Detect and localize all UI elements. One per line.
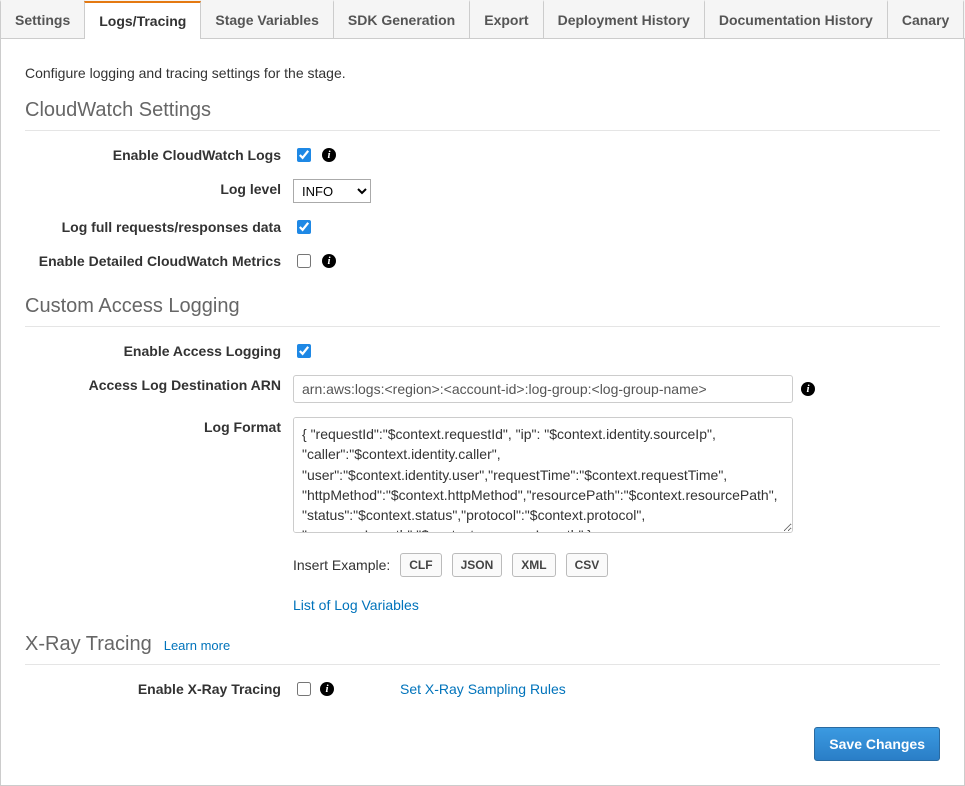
tab-stage-variables[interactable]: Stage Variables	[200, 0, 334, 38]
label-full-requests: Log full requests/responses data	[25, 217, 293, 235]
label-log-level: Log level	[25, 179, 293, 197]
checkbox-enable-access-logging[interactable]	[297, 344, 311, 358]
tab-export[interactable]: Export	[469, 0, 543, 38]
row-enable-cloudwatch-logs: Enable CloudWatch Logs i	[25, 145, 940, 165]
info-icon[interactable]: i	[320, 682, 334, 696]
input-dest-arn[interactable]	[293, 375, 793, 403]
info-icon[interactable]: i	[322, 254, 336, 268]
checkbox-enable-xray[interactable]	[297, 682, 311, 696]
tab-documentation-history[interactable]: Documentation History	[704, 0, 888, 38]
insert-clf-button[interactable]: CLF	[400, 553, 441, 577]
info-icon[interactable]: i	[322, 148, 336, 162]
xray-sampling-rules-link[interactable]: Set X-Ray Sampling Rules	[400, 681, 566, 697]
insert-example-label: Insert Example:	[293, 557, 390, 573]
row-log-format: Log Format Insert Example: CLF JSON XML …	[25, 417, 940, 613]
section-custom-access-logging: Custom Access Logging	[25, 295, 940, 327]
tab-canary[interactable]: Canary	[887, 0, 964, 38]
insert-example-row: Insert Example: CLF JSON XML CSV	[293, 553, 608, 577]
tab-deployment-history[interactable]: Deployment History	[543, 0, 705, 38]
checkbox-full-requests[interactable]	[297, 220, 311, 234]
row-enable-access-logging: Enable Access Logging	[25, 341, 940, 361]
section-xray-title: X-Ray Tracing	[25, 633, 152, 656]
tab-settings[interactable]: Settings	[0, 0, 85, 38]
checkbox-detailed-metrics[interactable]	[297, 254, 311, 268]
insert-xml-button[interactable]: XML	[512, 553, 555, 577]
label-dest-arn: Access Log Destination ARN	[25, 375, 293, 393]
label-enable-cloudwatch-logs: Enable CloudWatch Logs	[25, 145, 293, 163]
label-enable-access-logging: Enable Access Logging	[25, 341, 293, 359]
label-detailed-metrics: Enable Detailed CloudWatch Metrics	[25, 251, 293, 269]
tab-sdk-generation[interactable]: SDK Generation	[333, 0, 470, 38]
textarea-log-format[interactable]	[293, 417, 793, 533]
label-enable-xray: Enable X-Ray Tracing	[25, 679, 293, 697]
footer-actions: Save Changes	[25, 727, 940, 761]
tab-logs-tracing[interactable]: Logs/Tracing	[84, 1, 201, 39]
list-of-log-variables-link[interactable]: List of Log Variables	[293, 597, 419, 613]
select-log-level[interactable]: INFO	[293, 179, 371, 203]
save-changes-button[interactable]: Save Changes	[814, 727, 940, 761]
section-cloudwatch-settings: CloudWatch Settings	[25, 99, 940, 131]
section-xray-tracing: X-Ray Tracing Learn more	[25, 633, 940, 665]
row-full-requests: Log full requests/responses data	[25, 217, 940, 237]
info-icon[interactable]: i	[801, 382, 815, 396]
row-dest-arn: Access Log Destination ARN i	[25, 375, 940, 403]
insert-json-button[interactable]: JSON	[452, 553, 503, 577]
label-log-format: Log Format	[25, 417, 293, 435]
tab-bar: Settings Logs/Tracing Stage Variables SD…	[0, 0, 965, 39]
row-detailed-metrics: Enable Detailed CloudWatch Metrics i	[25, 251, 940, 271]
row-enable-xray: Enable X-Ray Tracing i Set X-Ray Samplin…	[25, 679, 940, 699]
panel-logs-tracing: Configure logging and tracing settings f…	[0, 39, 965, 786]
row-log-level: Log level INFO	[25, 179, 940, 203]
xray-learn-more-link[interactable]: Learn more	[164, 638, 230, 653]
insert-csv-button[interactable]: CSV	[566, 553, 609, 577]
intro-text: Configure logging and tracing settings f…	[25, 65, 940, 81]
checkbox-enable-cloudwatch-logs[interactable]	[297, 148, 311, 162]
